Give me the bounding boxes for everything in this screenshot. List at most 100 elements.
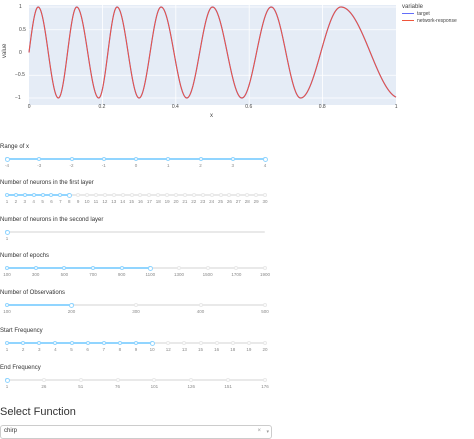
slider-mark-label[interactable]: 23 (200, 199, 205, 204)
slider-dot[interactable] (93, 193, 98, 197)
slider-mark-label[interactable]: 7 (102, 347, 105, 352)
slider-mark-label[interactable]: 10 (85, 199, 90, 204)
slider-mark-label[interactable]: -4 (5, 163, 9, 168)
slider-mark-label[interactable]: 500 (61, 272, 69, 277)
function-dropdown[interactable]: chirp × ▾ (0, 425, 272, 439)
slider-dot[interactable] (49, 193, 54, 197)
slider-mark-label[interactable]: -1 (102, 163, 106, 168)
slider-dot[interactable] (40, 193, 45, 197)
slider-handle[interactable] (4, 229, 10, 235)
slider-rail[interactable] (7, 231, 265, 233)
slider-dot[interactable] (182, 341, 187, 345)
slider-mark-label[interactable]: 4 (54, 347, 57, 352)
slider-dot[interactable] (165, 193, 170, 197)
slider-dot[interactable] (134, 157, 138, 161)
slider-mark-label[interactable]: 1500 (203, 272, 213, 277)
slider-handle[interactable] (262, 156, 268, 162)
slider-mark-label[interactable]: 100 (3, 309, 11, 314)
slider-dot[interactable] (5, 193, 9, 197)
slider-dot[interactable] (174, 193, 179, 197)
slider-mark-label[interactable]: 76 (115, 384, 120, 389)
slider-mark-label[interactable]: 1700 (231, 272, 241, 277)
slider-mark-label[interactable]: 2 (22, 347, 25, 352)
slider-dot[interactable] (21, 341, 26, 345)
slider-handle[interactable] (4, 377, 10, 383)
slider-mark-label[interactable]: 10 (150, 347, 155, 352)
slider-mark-label[interactable]: 1 (6, 384, 9, 389)
slider-mark-label[interactable]: -3 (37, 163, 41, 168)
slider-mark-label[interactable]: 51 (78, 384, 83, 389)
slider-dot[interactable] (138, 193, 143, 197)
slider-dot[interactable] (254, 193, 259, 197)
slider-mark-label[interactable]: -2 (69, 163, 73, 168)
slider-dot[interactable] (214, 341, 219, 345)
slider-dot[interactable] (245, 193, 250, 197)
slider-dot[interactable] (191, 193, 196, 197)
slider-mark-label[interactable]: 7 (59, 199, 62, 204)
slider-dot[interactable] (263, 266, 267, 270)
slider-mark-label[interactable]: 9 (135, 347, 138, 352)
slider-mark-label[interactable]: 2 (15, 199, 18, 204)
slider-mark-label[interactable]: 300 (132, 309, 140, 314)
slider-mark-label[interactable]: 5 (70, 347, 73, 352)
slider-dot[interactable] (177, 266, 181, 270)
slider-mark-label[interactable]: 30 (262, 199, 267, 204)
slider-mark-label[interactable]: 200 (68, 309, 76, 314)
slider-dot[interactable] (119, 266, 124, 270)
slider-dot[interactable] (101, 341, 106, 345)
slider-dot[interactable] (101, 157, 106, 161)
slider-mark-label[interactable]: 22 (191, 199, 196, 204)
legend-item-target[interactable]: target (402, 10, 457, 17)
slider-mark-label[interactable]: 19 (246, 347, 251, 352)
slider-mark-label[interactable]: 500 (261, 309, 269, 314)
slider-dot[interactable] (78, 378, 83, 382)
slider-dot[interactable] (102, 193, 107, 197)
slider-mark-label[interactable]: 6 (50, 199, 53, 204)
slider-mark-label[interactable]: 13 (182, 347, 187, 352)
slider-mark-label[interactable]: 1 (6, 199, 9, 204)
slider-mark-label[interactable]: 24 (209, 199, 214, 204)
slider-mark-label[interactable]: 18 (230, 347, 235, 352)
slider-dot[interactable] (41, 378, 46, 382)
slider-dot[interactable] (198, 157, 203, 161)
slider-mark-label[interactable]: 9 (77, 199, 80, 204)
slider-handle[interactable] (147, 265, 153, 271)
slider-mark-label[interactable]: 176 (261, 384, 269, 389)
slider-dot[interactable] (166, 157, 171, 161)
slider-handle[interactable] (69, 302, 74, 308)
slider-dot[interactable] (5, 266, 9, 270)
slider-dot[interactable] (263, 378, 267, 382)
slider-mark-label[interactable]: 15 (129, 199, 134, 204)
slider-mark-label[interactable]: 14 (120, 199, 125, 204)
slider-dot[interactable] (198, 341, 203, 345)
slider-dot[interactable] (236, 193, 241, 197)
slider-dot[interactable] (166, 341, 171, 345)
slider-dot[interactable] (209, 193, 214, 197)
slider-handle[interactable] (149, 340, 155, 346)
slider-dot[interactable] (120, 193, 125, 197)
slider-mark-label[interactable]: 12 (102, 199, 107, 204)
slider-mark-label[interactable]: 1 (6, 236, 9, 241)
slider-mark-label[interactable]: 100 (3, 272, 11, 277)
slider-mark-label[interactable]: 16 (138, 199, 143, 204)
slider-mark-label[interactable]: 3 (24, 199, 27, 204)
slider-dot[interactable] (189, 378, 194, 382)
slider-dot[interactable] (230, 157, 235, 161)
slider-mark-label[interactable]: 26 (41, 384, 46, 389)
slider-handle[interactable] (4, 156, 10, 162)
slider-dot[interactable] (111, 193, 116, 197)
slider-mark-label[interactable]: 1300 (174, 272, 184, 277)
slider-mark-label[interactable]: 300 (32, 272, 40, 277)
slider-mark-label[interactable]: 3 (38, 347, 41, 352)
slider-mark-label[interactable]: 20 (174, 199, 179, 204)
slider-mark-label[interactable]: 19 (165, 199, 170, 204)
slider-dot[interactable] (263, 303, 267, 307)
slider-mark-label[interactable]: 0 (135, 163, 138, 168)
slider-mark-label[interactable]: 400 (197, 309, 205, 314)
slider-mark-label[interactable]: 21 (182, 199, 187, 204)
slider-mark-label[interactable]: 101 (151, 384, 159, 389)
slider-mark-label[interactable]: 900 (118, 272, 126, 277)
slider-mark-label[interactable]: 1900 (260, 272, 270, 277)
slider-dot[interactable] (69, 157, 74, 161)
slider-mark-label[interactable]: 700 (89, 272, 97, 277)
